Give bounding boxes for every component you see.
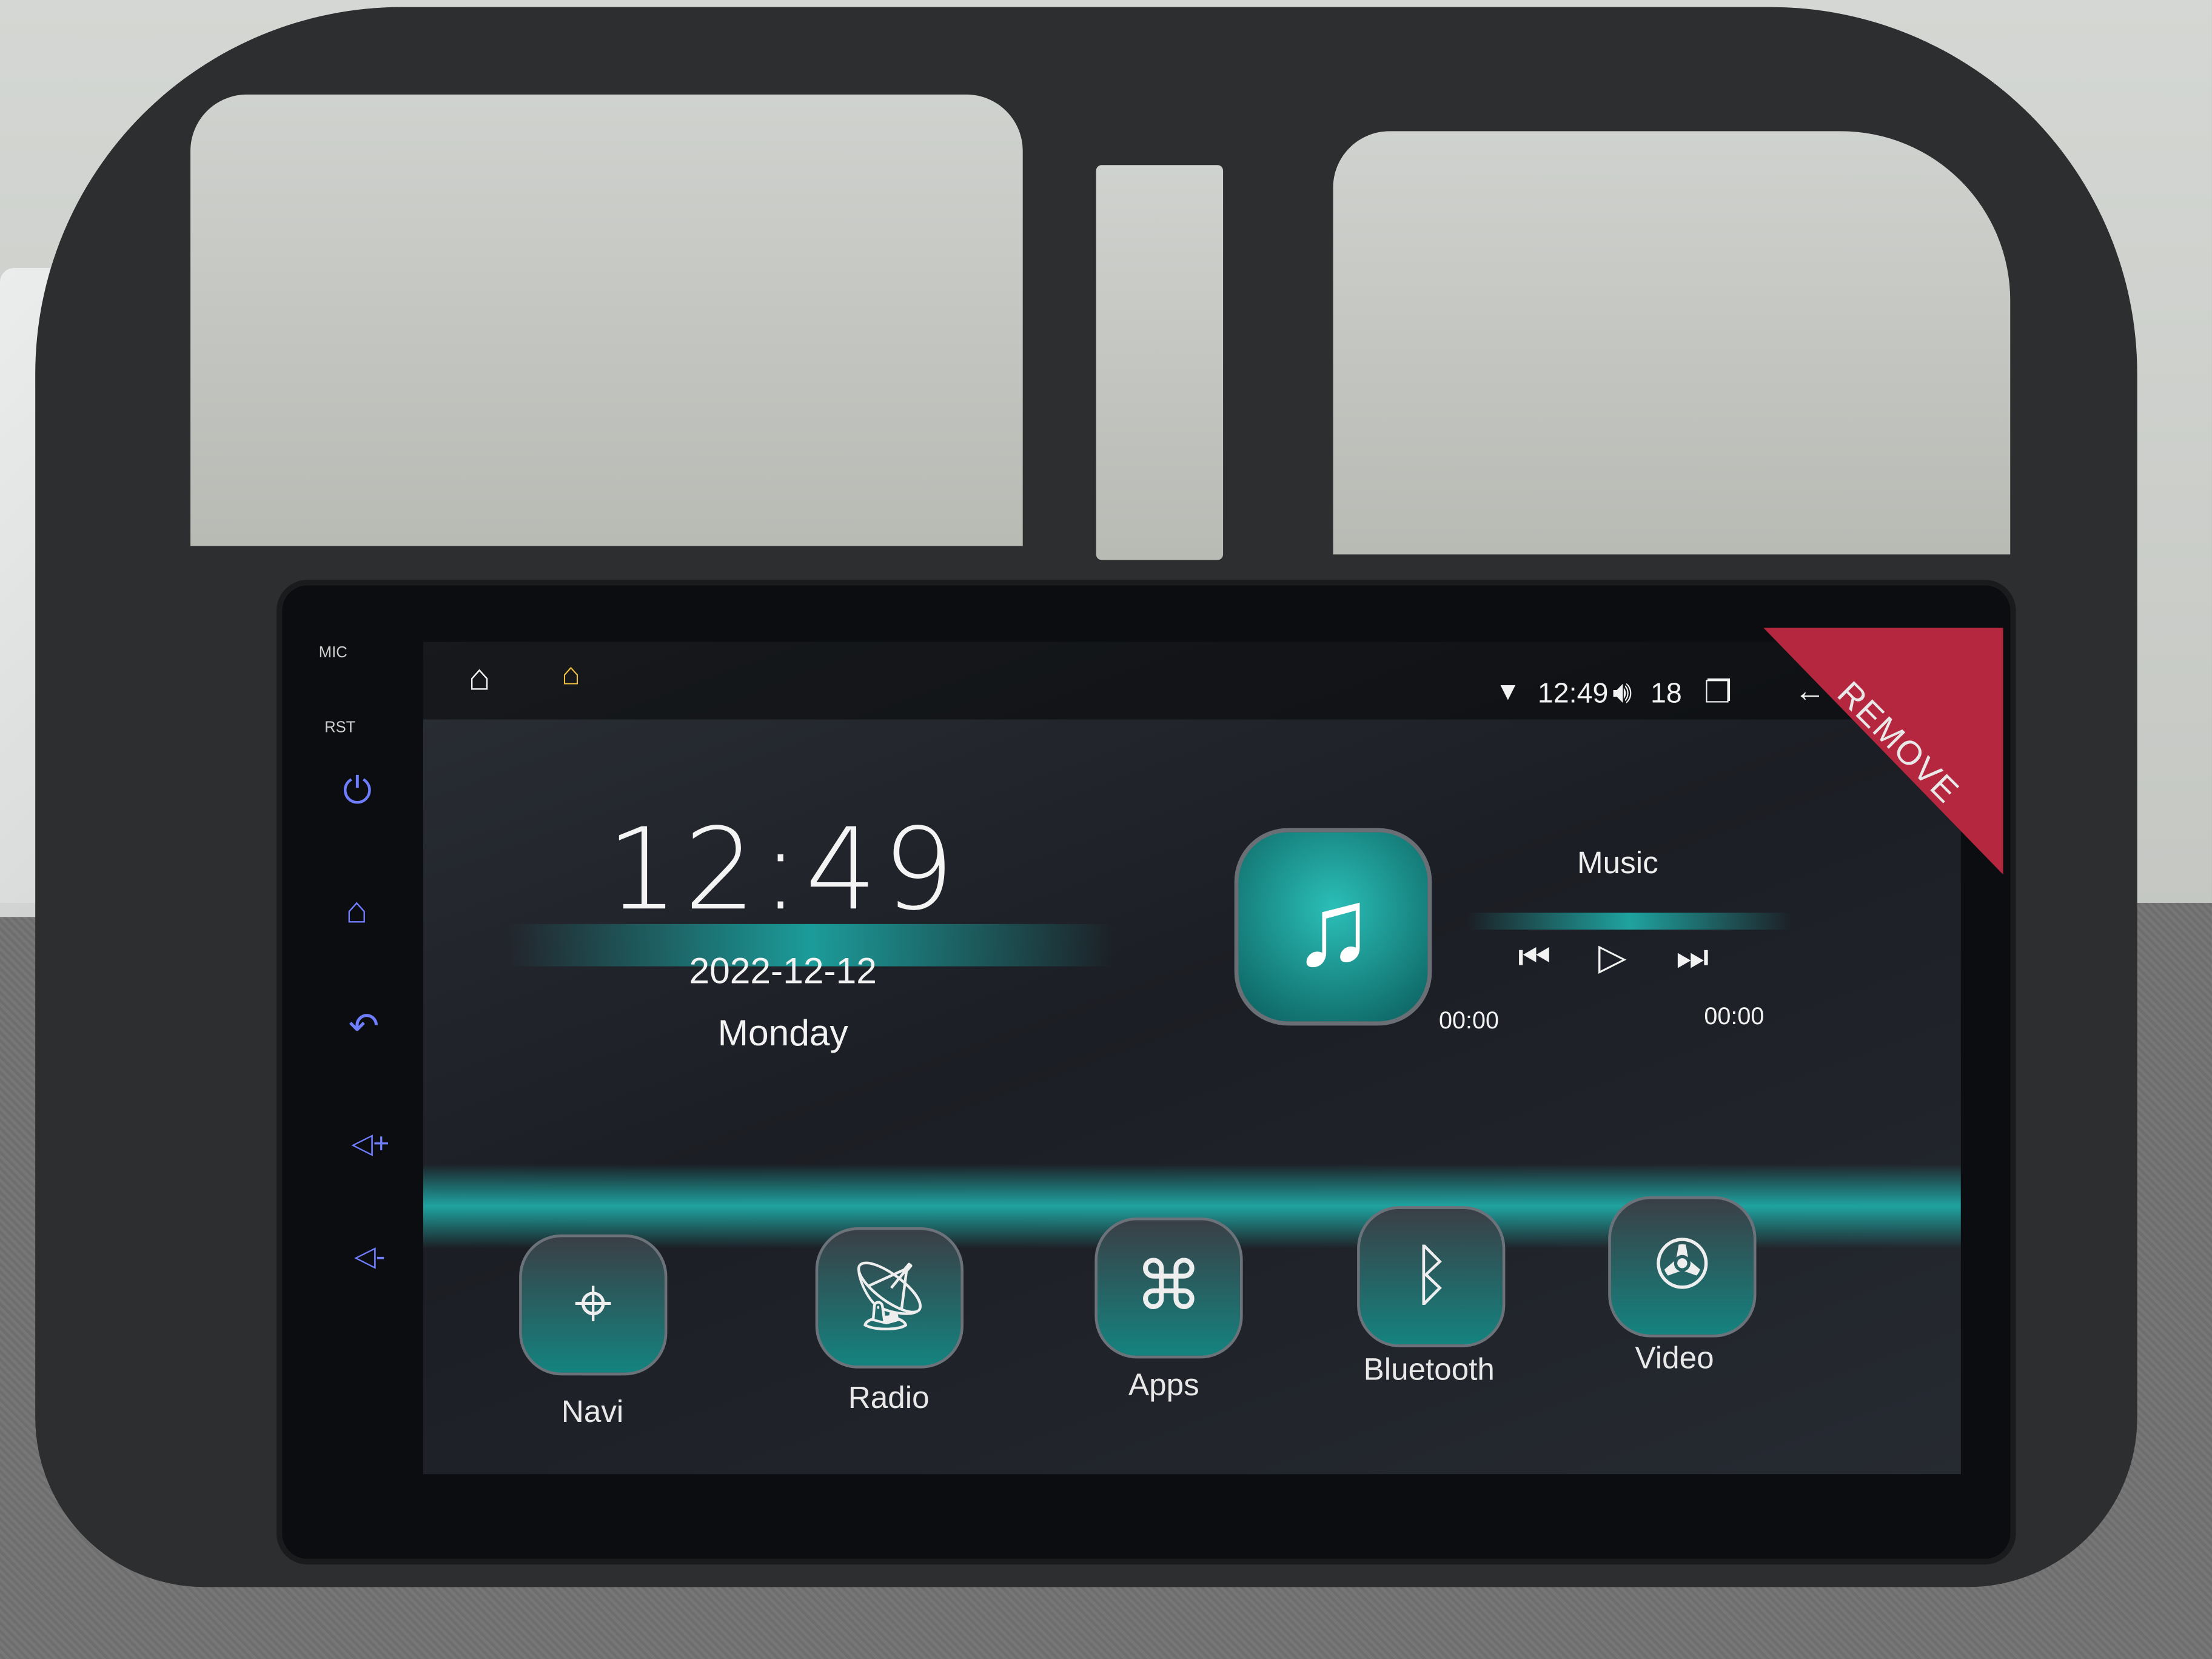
- home-outline-icon[interactable]: ⌂: [468, 659, 491, 695]
- clock-weekday: Monday: [717, 1011, 848, 1054]
- clock-time: 12:49: [606, 804, 960, 936]
- navi-icon[interactable]: ⌖: [519, 1234, 668, 1376]
- music-duration: 00:00: [1704, 1003, 1765, 1030]
- launcher-icon[interactable]: ⌂: [561, 658, 580, 689]
- status-bar: ⌂ ⌂ ▼ 12:49 🔊︎ 18 ❐ ←: [423, 642, 1961, 720]
- recents-icon[interactable]: ❐: [1704, 677, 1732, 708]
- volume-icon[interactable]: 🔊︎: [1612, 677, 1632, 708]
- music-title: Music: [1577, 845, 1658, 880]
- radio-icon[interactable]: 📡︎: [815, 1227, 964, 1369]
- photo: MIC RST ⏻ ⌂ ↶ ◁+ ◁- ⌂ ⌂ ▼ 12:49 🔊︎ 18 ❐ …: [0, 0, 2212, 1659]
- play-icon[interactable]: ▷: [1598, 938, 1627, 974]
- music-icon[interactable]: ♫: [1234, 828, 1432, 1026]
- video-reel-icon[interactable]: ✇: [1608, 1196, 1757, 1338]
- status-time: 12:49: [1537, 679, 1609, 710]
- app-label[interactable]: Navi: [494, 1394, 691, 1430]
- app-label[interactable]: Bluetooth: [1330, 1352, 1528, 1388]
- volume-up-icon[interactable]: ◁+: [351, 1126, 389, 1161]
- mic-label: MIC: [318, 645, 347, 662]
- power-icon[interactable]: ⏻: [343, 769, 372, 814]
- music-elapsed: 00:00: [1439, 1007, 1500, 1034]
- previous-icon[interactable]: ⏮︎: [1518, 938, 1550, 974]
- app-label[interactable]: Radio: [790, 1379, 988, 1416]
- app-label[interactable]: Video: [1576, 1340, 1774, 1376]
- clock-date: 2022-12-12: [689, 949, 877, 992]
- app-label[interactable]: Apps: [1065, 1367, 1263, 1403]
- wifi-icon: ▼: [1495, 677, 1521, 706]
- next-icon[interactable]: ⏭︎: [1676, 938, 1709, 974]
- frame-opening-right: [1333, 131, 2011, 555]
- frame-opening-left: [190, 94, 1023, 546]
- apps-grid-icon[interactable]: ⌘: [1094, 1217, 1243, 1359]
- rst-label[interactable]: RST: [324, 720, 355, 737]
- back-icon[interactable]: ↶: [349, 1004, 380, 1048]
- frame-opening-center: [1096, 165, 1224, 560]
- bluetooth-icon[interactable]: ᛒ: [1357, 1206, 1506, 1347]
- volume-level: 18: [1651, 679, 1682, 710]
- music-widget: ♫ Music ⏮︎ ▷ ⏭︎ 00:00 00:00: [1185, 811, 1834, 1051]
- screen: ⌂ ⌂ ▼ 12:49 🔊︎ 18 ❐ ← 12:49 2022-12-12 M…: [423, 642, 1961, 1475]
- home-icon[interactable]: ⌂: [346, 889, 368, 933]
- music-progress: [1467, 913, 1792, 930]
- volume-down-icon[interactable]: ◁-: [354, 1239, 385, 1274]
